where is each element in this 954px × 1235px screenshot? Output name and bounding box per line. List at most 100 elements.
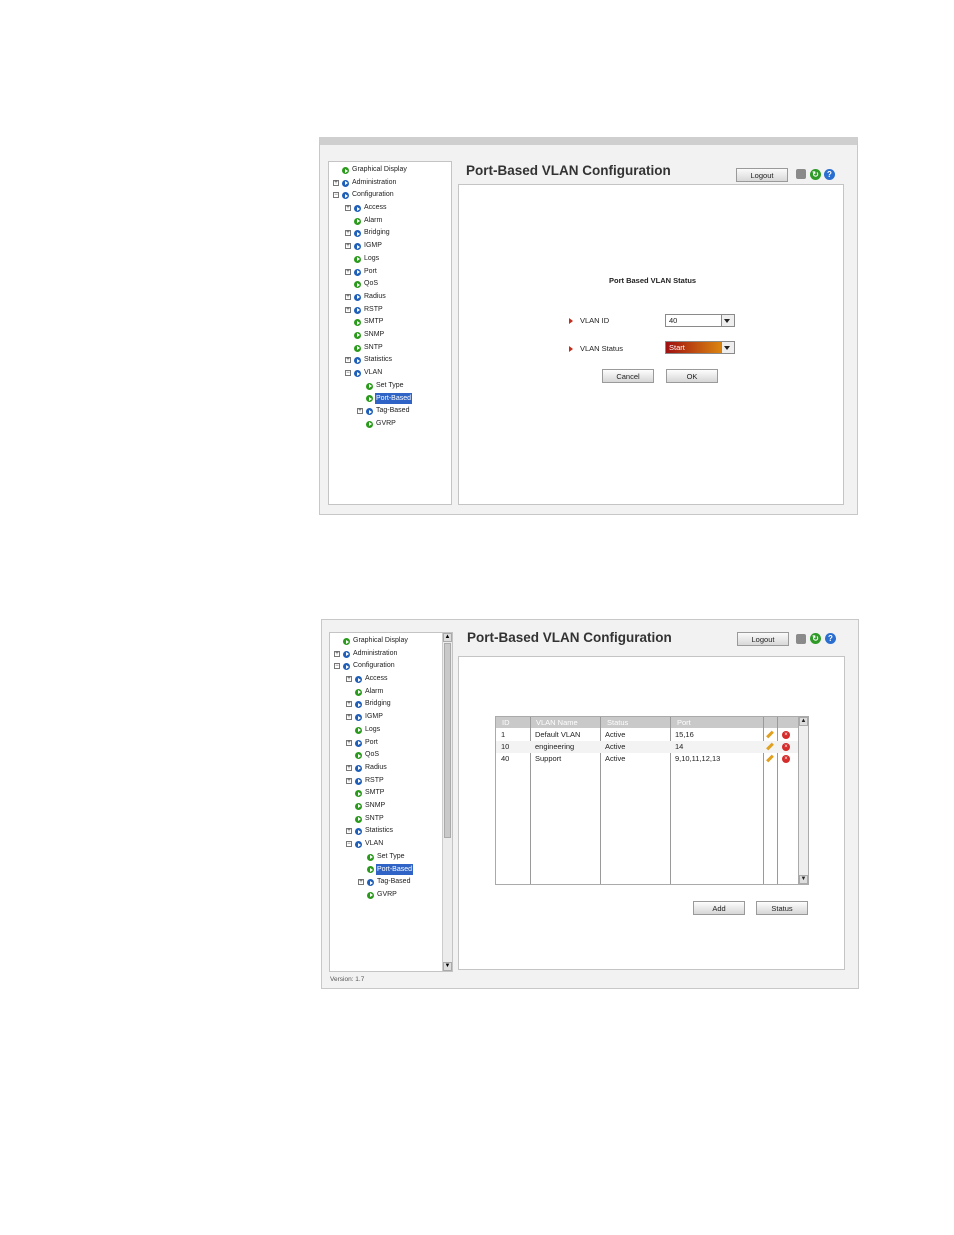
nav-item-logs[interactable]: Logs <box>330 724 440 737</box>
nav-item-vlan[interactable]: − VLAN <box>330 838 440 851</box>
edit-pencil-icon[interactable] <box>766 731 773 738</box>
nav-item-access[interactable]: + Access <box>329 202 439 215</box>
nav-item-alarm[interactable]: Alarm <box>330 686 440 699</box>
expand-icon[interactable]: + <box>346 714 352 721</box>
nav-item-alarm[interactable]: Alarm <box>329 215 439 228</box>
table-row[interactable]: 10 engineering Active 14 × <box>496 741 798 753</box>
nav-item-sntp[interactable]: SNTP <box>330 813 440 826</box>
column-header-vlan-name[interactable]: VLAN Name <box>536 717 578 728</box>
save-icon[interactable] <box>796 634 806 644</box>
scroll-down-icon[interactable]: ▼ <box>443 962 452 971</box>
nav-item-radius[interactable]: + Radius <box>330 762 440 775</box>
expand-icon[interactable]: + <box>346 764 352 771</box>
vlan-status-select[interactable]: Start <box>665 341 735 354</box>
help-icon[interactable]: ? <box>825 633 836 644</box>
expand-icon[interactable]: + <box>333 179 339 186</box>
scroll-thumb[interactable] <box>444 643 451 838</box>
expand-icon[interactable]: + <box>346 739 352 746</box>
collapse-icon[interactable]: − <box>345 370 351 376</box>
status-button[interactable]: Status <box>756 901 808 915</box>
chevron-down-icon[interactable] <box>721 315 734 326</box>
nav-item-configuration[interactable]: − Configuration <box>330 660 440 673</box>
nav-item-port-based[interactable]: Port-Based <box>330 863 440 876</box>
nav-item-rstp[interactable]: + RSTP <box>330 775 440 788</box>
scroll-up-icon[interactable]: ▲ <box>799 717 808 726</box>
table-row[interactable]: 1 Default VLAN Active 15,16 × <box>496 729 798 741</box>
chevron-down-icon[interactable] <box>721 342 734 353</box>
expand-icon[interactable]: + <box>346 701 352 708</box>
nav-item-port[interactable]: + Port <box>330 737 440 750</box>
ok-button[interactable]: OK <box>666 369 718 383</box>
nav-scrollbar[interactable]: ▲ ▼ <box>442 633 452 971</box>
column-header-status[interactable]: Status <box>607 717 628 728</box>
vlan-id-select[interactable]: 40 <box>665 314 735 327</box>
expand-icon[interactable]: + <box>345 243 351 250</box>
nav-item-snmp[interactable]: SNMP <box>330 800 440 813</box>
nav-item-sntp[interactable]: SNTP <box>329 342 439 355</box>
nav-item-statistics[interactable]: + Statistics <box>330 825 440 838</box>
table-scrollbar[interactable]: ▲ ▼ <box>798 717 808 884</box>
edit-pencil-icon[interactable] <box>766 743 773 750</box>
nav-item-gvrp[interactable]: GVRP <box>329 418 439 431</box>
scroll-up-icon[interactable]: ▲ <box>443 633 452 642</box>
expand-icon[interactable]: + <box>358 879 364 886</box>
nav-item-igmp[interactable]: + IGMP <box>330 711 440 724</box>
nav-item-bridging[interactable]: + Bridging <box>330 698 440 711</box>
nav-item-tag-based[interactable]: + Tag-Based <box>330 876 440 889</box>
save-icon[interactable] <box>796 169 806 179</box>
edit-pencil-icon[interactable] <box>766 755 773 762</box>
nav-item-graphical-display[interactable]: Graphical Display <box>329 164 439 177</box>
nav-item-administration[interactable]: + Administration <box>329 177 439 190</box>
expand-icon[interactable]: + <box>345 293 351 300</box>
expand-icon[interactable]: + <box>346 676 352 683</box>
expand-icon[interactable]: + <box>334 650 340 657</box>
refresh-icon[interactable]: ↻ <box>810 633 821 644</box>
collapse-icon[interactable]: − <box>334 663 340 670</box>
delete-icon[interactable]: × <box>782 731 790 739</box>
nav-item-bridging[interactable]: + Bridging <box>329 227 439 240</box>
nav-item-gvrp[interactable]: GVRP <box>330 889 440 902</box>
column-header-id[interactable]: ID <box>502 717 510 728</box>
expand-icon[interactable]: + <box>346 777 352 784</box>
collapse-icon[interactable]: − <box>346 841 352 847</box>
nav-item-set-type[interactable]: Set Type <box>329 380 439 393</box>
nav-item-smtp[interactable]: SMTP <box>330 787 440 800</box>
expand-icon[interactable]: + <box>345 357 351 364</box>
nav-item-vlan[interactable]: − VLAN <box>329 367 439 380</box>
nav-item-qos[interactable]: QoS <box>329 278 439 291</box>
nav-item-graphical-display[interactable]: Graphical Display <box>330 635 440 648</box>
refresh-icon[interactable]: ↻ <box>810 169 821 180</box>
nav-item-logs[interactable]: Logs <box>329 253 439 266</box>
nav-item-port[interactable]: + Port <box>329 266 439 279</box>
nav-item-port-based[interactable]: Port-Based <box>329 392 439 405</box>
scroll-down-icon[interactable]: ▼ <box>799 875 808 884</box>
add-button[interactable]: Add <box>693 901 745 915</box>
nav-item-radius[interactable]: + Radius <box>329 291 439 304</box>
expand-icon[interactable]: + <box>345 205 351 212</box>
logout-button[interactable]: Logout <box>737 632 789 646</box>
nav-item-administration[interactable]: + Administration <box>330 648 440 661</box>
cancel-button[interactable]: Cancel <box>602 369 654 383</box>
nav-item-configuration[interactable]: − Configuration <box>329 189 439 202</box>
nav-item-access[interactable]: + Access <box>330 673 440 686</box>
nav-item-snmp[interactable]: SNMP <box>329 329 439 342</box>
expand-icon[interactable]: + <box>357 408 363 415</box>
nav-item-set-type[interactable]: Set Type <box>330 851 440 864</box>
collapse-icon[interactable]: − <box>333 192 339 199</box>
nav-item-qos[interactable]: QoS <box>330 749 440 762</box>
nav-item-rstp[interactable]: + RSTP <box>329 304 439 317</box>
expand-icon[interactable]: + <box>345 230 351 237</box>
delete-icon[interactable]: × <box>782 755 790 763</box>
nav-item-statistics[interactable]: + Statistics <box>329 354 439 367</box>
expand-icon[interactable]: + <box>345 268 351 275</box>
column-header-port[interactable]: Port <box>677 717 691 728</box>
logout-button[interactable]: Logout <box>736 168 788 182</box>
expand-icon[interactable]: + <box>345 306 351 313</box>
expand-icon[interactable]: + <box>346 828 352 835</box>
nav-item-igmp[interactable]: + IGMP <box>329 240 439 253</box>
delete-icon[interactable]: × <box>782 743 790 751</box>
nav-item-smtp[interactable]: SMTP <box>329 316 439 329</box>
nav-item-tag-based[interactable]: + Tag-Based <box>329 405 439 418</box>
table-row[interactable]: 40 Support Active 9,10,11,12,13 × <box>496 753 798 765</box>
help-icon[interactable]: ? <box>824 169 835 180</box>
